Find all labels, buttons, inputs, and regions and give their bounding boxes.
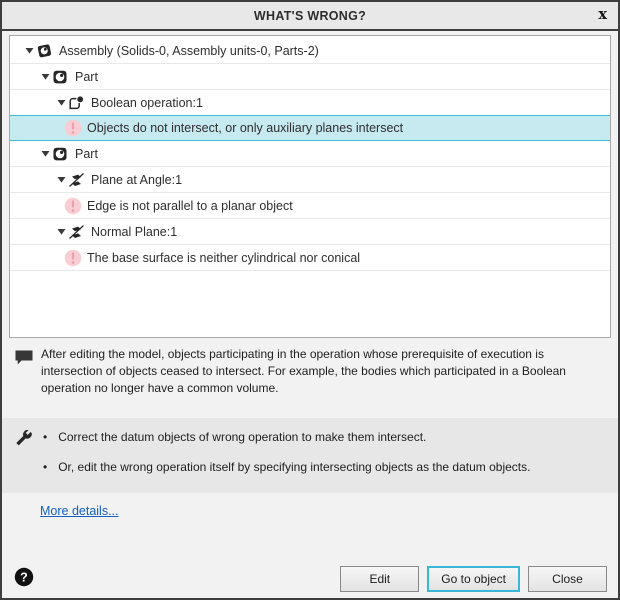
- suggestion-text: Or, edit the wrong operation itself by s…: [58, 459, 530, 475]
- comment-icon: [14, 349, 34, 371]
- suggestion-item: Or, edit the wrong operation itself by s…: [43, 459, 598, 475]
- suggestion-item: Correct the datum objects of wrong opera…: [43, 429, 598, 445]
- tree-item-label: The base surface is neither cylindrical …: [87, 251, 360, 265]
- description-section: After editing the model, objects partici…: [14, 346, 612, 397]
- plane-icon: [68, 171, 88, 189]
- plane-icon: [68, 223, 88, 241]
- expander-down-icon[interactable]: [22, 44, 36, 58]
- assembly-icon: [36, 42, 56, 60]
- tree-node-item[interactable]: Part: [10, 64, 610, 90]
- suggestions-section: Correct the datum objects of wrong opera…: [2, 418, 618, 493]
- expander-down-icon[interactable]: [38, 147, 52, 161]
- expander-down-icon[interactable]: [38, 70, 52, 84]
- tree-item-label: Part: [75, 70, 98, 84]
- description-text: After editing the model, objects partici…: [41, 346, 604, 397]
- error-tree: Assembly (Solids-0, Assembly units-0, Pa…: [9, 35, 611, 338]
- boolean-operation-icon: [68, 94, 88, 112]
- tree-item-label: Normal Plane:1: [91, 225, 177, 239]
- dialog-title: WHAT'S WRONG?: [254, 9, 366, 23]
- error-icon: [64, 197, 84, 215]
- error-icon: [64, 119, 84, 137]
- edit-button[interactable]: Edit: [340, 566, 419, 592]
- tree-item-label: Assembly (Solids-0, Assembly units-0, Pa…: [59, 44, 319, 58]
- help-icon[interactable]: ?: [14, 567, 34, 587]
- more-details-link[interactable]: More details...: [40, 504, 119, 518]
- tree-item-label: Boolean operation:1: [91, 96, 203, 110]
- expander-down-icon[interactable]: [54, 225, 68, 239]
- expander-down-icon[interactable]: [54, 96, 68, 110]
- suggestion-text: Correct the datum objects of wrong opera…: [58, 429, 426, 445]
- tree-item-label: Objects do not intersect, or only auxili…: [87, 121, 403, 135]
- tree-item-label: Part: [75, 147, 98, 161]
- whats-wrong-dialog: WHAT'S WRONG? x Assembly (Solids-0, Asse…: [0, 0, 620, 600]
- part-icon: [52, 145, 72, 163]
- tree-error-item[interactable]: Objects do not intersect, or only auxili…: [10, 115, 610, 141]
- expander-down-icon[interactable]: [54, 173, 68, 187]
- tree-error-item[interactable]: Edge is not parallel to a planar object: [10, 193, 610, 219]
- close-button[interactable]: Close: [528, 566, 607, 592]
- tree-node-item[interactable]: Boolean operation:1: [10, 90, 610, 116]
- svg-text:?: ?: [20, 570, 28, 584]
- part-icon: [52, 68, 72, 86]
- tree-node-item[interactable]: Part: [10, 141, 610, 167]
- tree-item-label: Plane at Angle:1: [91, 173, 182, 187]
- go-to-object-button[interactable]: Go to object: [427, 566, 520, 592]
- close-icon[interactable]: x: [598, 5, 607, 25]
- dialog-buttons: Edit Go to object Close: [340, 566, 607, 592]
- tree-node-item[interactable]: Normal Plane:1: [10, 219, 610, 245]
- tree-error-item[interactable]: The base surface is neither cylindrical …: [10, 245, 610, 271]
- error-icon: [64, 249, 84, 267]
- tree-node-item[interactable]: Assembly (Solids-0, Assembly units-0, Pa…: [10, 38, 610, 64]
- tree-node-item[interactable]: Plane at Angle:1: [10, 167, 610, 193]
- tree-item-label: Edge is not parallel to a planar object: [87, 199, 293, 213]
- wrench-icon: [14, 430, 34, 454]
- dialog-titlebar[interactable]: WHAT'S WRONG? x: [2, 2, 618, 31]
- suggestion-list: Correct the datum objects of wrong opera…: [43, 429, 598, 489]
